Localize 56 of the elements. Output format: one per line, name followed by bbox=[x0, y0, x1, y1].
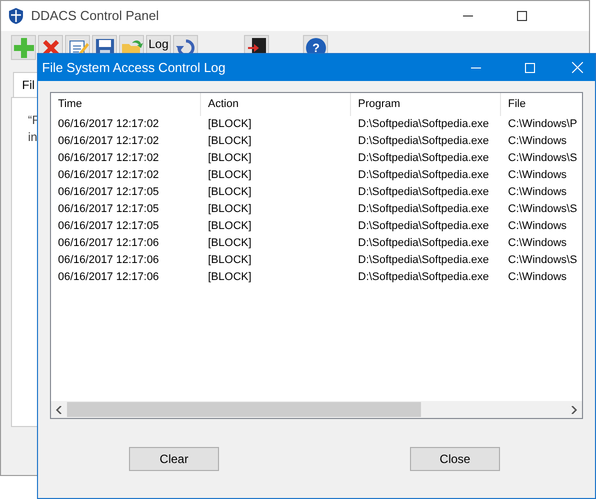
table-cell-text: [BLOCK] bbox=[207, 117, 252, 132]
table-cell-text: C:\Windows bbox=[507, 168, 568, 183]
table-cell-text: 06/16/2017 12:17:02 bbox=[57, 168, 160, 183]
table-cell-text: C:\Windows bbox=[507, 236, 568, 251]
table-cell-text: 06/16/2017 12:17:02 bbox=[57, 151, 160, 166]
table-cell-text: [BLOCK] bbox=[207, 151, 252, 166]
table-cell-text: D:\Softpedia\Softpedia.exe bbox=[357, 202, 490, 217]
scroll-right-icon[interactable] bbox=[570, 406, 578, 414]
table-cell-text: C:\Windows bbox=[507, 185, 568, 200]
column-header[interactable]: File bbox=[501, 93, 582, 116]
table-cell-text: C:\Windows bbox=[507, 134, 568, 149]
table-cell-text: D:\Softpedia\Softpedia.exe bbox=[357, 219, 490, 234]
table-cell-text: D:\Softpedia\Softpedia.exe bbox=[357, 253, 490, 268]
maximize-icon[interactable] bbox=[517, 11, 527, 21]
clear-button[interactable]: Clear bbox=[129, 447, 219, 471]
table-cell-text: [BLOCK] bbox=[207, 134, 252, 149]
scrollbar-thumb[interactable] bbox=[67, 402, 421, 417]
table-cell-text: 06/16/2017 12:17:05 bbox=[57, 219, 160, 234]
table-cell-text: 06/16/2017 12:17:06 bbox=[57, 236, 160, 251]
table-cell-text: C:\Windows\S bbox=[507, 253, 578, 268]
table-cell-text: C:\Windows bbox=[507, 270, 568, 285]
dialog-title: File System Access Control Log bbox=[42, 58, 226, 77]
table-cell-text: [BLOCK] bbox=[207, 202, 252, 217]
table-cell-text: D:\Softpedia\Softpedia.exe bbox=[357, 151, 490, 166]
table-cell-text: [BLOCK] bbox=[207, 168, 252, 183]
column-header[interactable]: Program bbox=[351, 93, 501, 116]
table-cell-text: D:\Softpedia\Softpedia.exe bbox=[357, 134, 490, 149]
table-cell-text: D:\Softpedia\Softpedia.exe bbox=[357, 168, 490, 183]
table-cell-text: [BLOCK] bbox=[207, 185, 252, 200]
close-icon[interactable] bbox=[572, 62, 583, 73]
table-cell-text: [BLOCK] bbox=[207, 236, 252, 251]
column-header[interactable]: Time bbox=[51, 93, 201, 116]
table-cell-text: 06/16/2017 12:17:02 bbox=[57, 117, 160, 132]
table-cell-text: C:\Windows\P bbox=[507, 117, 578, 132]
table-cell-text: 06/16/2017 12:17:05 bbox=[57, 185, 160, 200]
column-header[interactable]: Action bbox=[201, 93, 351, 116]
table-cell-text: C:\Windows bbox=[507, 219, 568, 234]
table-cell-text: 06/16/2017 12:17:06 bbox=[57, 253, 160, 268]
table-cell-text: 06/16/2017 12:17:06 bbox=[57, 270, 160, 285]
table-cell-text: C:\Windows\S bbox=[507, 202, 578, 217]
table-cell-text: D:\Softpedia\Softpedia.exe bbox=[357, 270, 490, 285]
scroll-left-icon[interactable] bbox=[55, 406, 63, 414]
table-cell-text: D:\Softpedia\Softpedia.exe bbox=[357, 236, 490, 251]
window-title: DDACS Control Panel bbox=[31, 7, 159, 26]
table-cell-text: [BLOCK] bbox=[207, 253, 252, 268]
table-cell-text: 06/16/2017 12:17:05 bbox=[57, 202, 160, 217]
table-cell-text: D:\Softpedia\Softpedia.exe bbox=[357, 185, 490, 200]
close-button[interactable]: Close bbox=[410, 447, 500, 471]
table-cell-text: [BLOCK] bbox=[207, 270, 252, 285]
table-cell-text: C:\Windows\S bbox=[507, 151, 578, 166]
table-cell-text: D:\Softpedia\Softpedia.exe bbox=[357, 117, 490, 132]
description-text: in bbox=[28, 129, 38, 146]
shield-icon bbox=[9, 8, 23, 24]
table-cell-text: 06/16/2017 12:17:02 bbox=[57, 134, 160, 149]
horizontal-scrollbar[interactable] bbox=[51, 401, 582, 418]
table-cell-text: [BLOCK] bbox=[207, 219, 252, 234]
